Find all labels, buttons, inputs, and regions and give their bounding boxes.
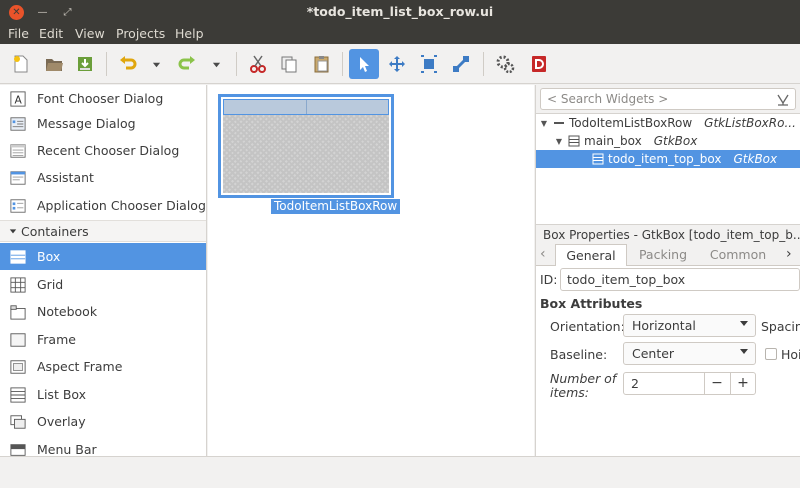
margin-edit-icon[interactable] — [414, 49, 444, 79]
grid-icon — [9, 276, 27, 294]
increment-button[interactable]: + — [730, 373, 755, 394]
inspector-panel: < Search Widgets > ▼ TodoItemListBoxRow … — [535, 85, 800, 456]
chevron-right-icon[interactable]: › — [786, 246, 792, 262]
redo-icon[interactable] — [172, 49, 202, 79]
title-bar: ✕ — ⤢ *todo_item_list_box_row.ui — [0, 0, 800, 25]
design-canvas[interactable]: TodoItemListBoxRow — [208, 85, 534, 456]
menu-edit[interactable]: Edit — [39, 26, 63, 41]
palette-item-application-chooser-dialog[interactable]: Application Chooser Dialog — [0, 192, 206, 219]
aspect-frame-icon — [9, 358, 27, 376]
chevron-down-icon[interactable]: ▼ — [554, 137, 564, 146]
tab-general[interactable]: General — [555, 244, 627, 266]
palette-item-box[interactable]: Box — [0, 243, 206, 270]
cut-icon[interactable] — [243, 49, 273, 79]
palette-item-recent-chooser-dialog[interactable]: Recent Chooser Dialog — [0, 137, 206, 164]
menu-view[interactable]: View — [75, 26, 105, 41]
palette-item-font-chooser-dialog[interactable]: A Font Chooser Dialog — [0, 85, 206, 112]
palette-item-overlay[interactable]: Overlay — [0, 408, 206, 435]
message-dialog-icon — [9, 115, 27, 133]
palette-item-aspect-frame[interactable]: Aspect Frame — [0, 353, 206, 380]
menu-projects[interactable]: Projects — [116, 26, 165, 41]
app-chooser-icon — [9, 197, 27, 215]
tree-row-todo-item-top-box[interactable]: todo_item_top_box GtkBox — [536, 150, 800, 168]
copy-icon[interactable] — [274, 49, 304, 79]
chevron-down-icon — [740, 321, 748, 326]
box-icon — [568, 135, 580, 147]
window-title: *todo_item_list_box_row.ui — [306, 4, 494, 19]
search-widgets-input[interactable]: < Search Widgets > — [540, 88, 796, 110]
menu-help[interactable]: Help — [175, 26, 204, 41]
open-folder-icon[interactable] — [39, 49, 69, 79]
svg-text:A: A — [14, 93, 22, 106]
recent-chooser-icon — [9, 142, 27, 160]
align-edit-icon[interactable] — [446, 49, 476, 79]
properties-tabs: ‹ General Packing Common › — [536, 244, 800, 266]
widget-tree: ▼ TodoItemListBoxRow GtkListBoxRo... ▼ m… — [536, 113, 800, 225]
devhelp-icon[interactable] — [524, 49, 554, 79]
palette-group-containers[interactable]: Containers — [0, 220, 206, 242]
tree-row-todoitemlistboxrow[interactable]: ▼ TodoItemListBoxRow GtkListBoxRo... — [536, 114, 800, 132]
orientation-combo[interactable]: Horizontal — [623, 314, 756, 337]
menu-bar: File Edit View Projects Help — [0, 25, 800, 44]
homogeneous-checkbox[interactable] — [765, 348, 777, 360]
section-box-attributes: Box Attributes — [540, 296, 643, 311]
number-of-items-stepper[interactable]: 2 − + — [623, 372, 756, 395]
box-icon — [9, 248, 27, 266]
paste-icon[interactable] — [307, 49, 337, 79]
properties-header: Box Properties - GtkBox [todo_item_top_b… — [536, 226, 800, 244]
menu-file[interactable]: File — [8, 26, 29, 41]
listboxrow-widget-preview[interactable] — [218, 94, 394, 198]
pointer-icon[interactable] — [349, 49, 379, 79]
overlay-icon — [9, 413, 27, 431]
assistant-icon — [9, 169, 27, 187]
palette-item-menu-bar[interactable]: Menu Bar — [0, 436, 206, 457]
tree-row-main-box[interactable]: ▼ main_box GtkBox — [536, 132, 800, 150]
listboxrow-icon — [554, 122, 564, 124]
top-box-preview[interactable] — [223, 99, 389, 115]
id-field[interactable]: todo_item_top_box — [560, 268, 800, 291]
menu-bar-icon — [9, 441, 27, 457]
redo-dropdown-icon[interactable] — [209, 49, 223, 79]
chevron-down-icon — [9, 229, 17, 234]
tab-packing[interactable]: Packing — [628, 244, 698, 266]
undo-dropdown-icon[interactable] — [149, 49, 163, 79]
status-bar — [0, 456, 800, 488]
palette-item-notebook[interactable]: Notebook — [0, 298, 206, 325]
palette-item-list-box[interactable]: List Box — [0, 381, 206, 408]
chevron-left-icon[interactable]: ‹ — [540, 246, 546, 262]
palette-item-frame[interactable]: Frame — [0, 326, 206, 353]
palette-item-assistant[interactable]: Assistant — [0, 164, 206, 191]
drag-resize-icon[interactable] — [382, 49, 412, 79]
widget-palette: A Font Chooser Dialog Message Dialog Rec… — [0, 85, 207, 456]
frame-icon — [9, 331, 27, 349]
clear-search-icon[interactable] — [775, 91, 791, 107]
widget-name-tag: TodoItemListBoxRow — [271, 199, 401, 214]
chevron-down-icon[interactable]: ▼ — [539, 119, 549, 128]
decrement-button[interactable]: − — [704, 373, 729, 394]
baseline-combo[interactable]: Center — [623, 342, 756, 365]
preferences-icon[interactable] — [490, 49, 520, 79]
box-icon — [592, 153, 604, 165]
palette-item-grid[interactable]: Grid — [0, 271, 206, 298]
new-file-icon[interactable] — [6, 49, 36, 79]
font-chooser-icon: A — [9, 90, 27, 108]
save-icon[interactable] — [70, 49, 100, 79]
properties-body: ID: todo_item_top_box Box Attributes Ori… — [536, 266, 800, 456]
tab-common[interactable]: Common — [702, 244, 774, 266]
undo-icon[interactable] — [113, 49, 143, 79]
toolbar — [0, 44, 800, 84]
notebook-icon — [9, 303, 27, 321]
chevron-down-icon — [740, 349, 748, 354]
palette-item-message-dialog[interactable]: Message Dialog — [0, 110, 206, 137]
list-box-icon — [9, 386, 27, 404]
